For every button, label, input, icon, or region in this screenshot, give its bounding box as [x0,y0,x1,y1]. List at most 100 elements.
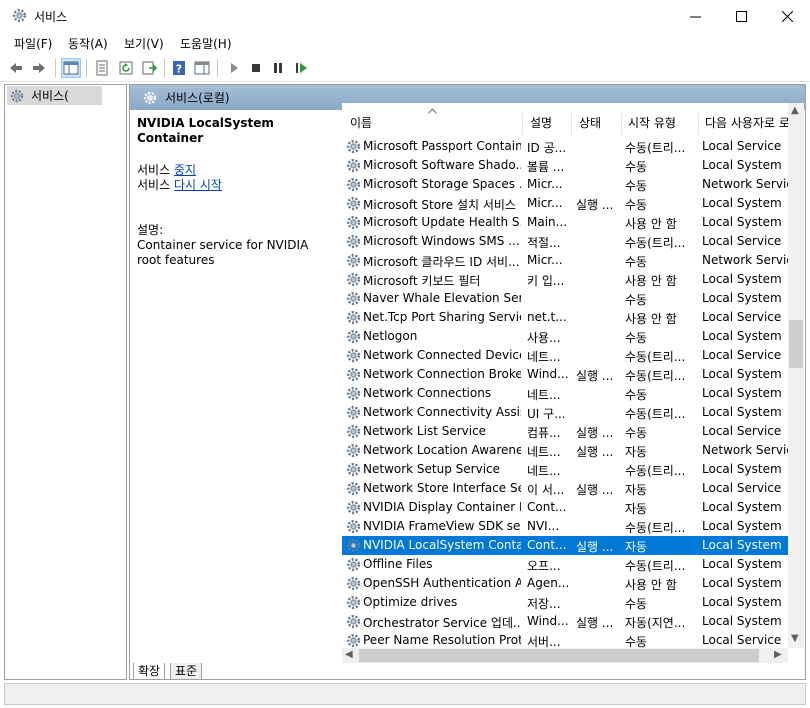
restart-service-link[interactable]: 다시 시작 [174,178,222,192]
service-row[interactable]: Network Setup Service 네트... 수동(트리... Local … [342,460,788,479]
vertical-scroll-thumb[interactable] [789,320,803,368]
column-header-name[interactable]: 이름 [350,103,372,137]
service-row[interactable]: Network Location Awareness 네트... 실행 ... 자동 N… [342,441,788,460]
toolbar: ? [0,54,810,82]
vertical-scrollbar[interactable]: ▲ ▼ [788,103,804,648]
tree-item-services-local[interactable]: 서비스( [7,86,102,105]
service-row[interactable]: Netlogon 사용... 수동 Local System [342,327,788,346]
cell-log-on-as: Local System [702,367,782,381]
cell-log-on-as: Local System [702,215,782,229]
service-row[interactable]: Network Connectivity Assis... UI 구... 수동(트… [342,403,788,422]
export-list-button[interactable] [139,58,159,78]
service-row[interactable]: Network List Service 컴퓨... 실행 ... 수동 Local S… [342,422,788,441]
service-row[interactable]: Microsoft Storage Spaces ... Micr... 수동 Net… [342,175,788,194]
service-row[interactable]: NVIDIA LocalSystem Conta... Cont... 실행 ...… [342,536,788,555]
service-row[interactable]: Microsoft Windows SMS ... 적절... 수동(트리... Lo… [342,232,788,251]
service-gear-icon [345,518,362,535]
cell-startup-type: 수동 [625,388,648,402]
show-action-pane-button[interactable] [192,58,212,78]
menu-file[interactable]: 파일(F) [14,35,52,52]
service-row[interactable]: Microsoft Software Shado... 볼륨 ... 수동 Local… [342,156,788,175]
cell-name: Network List Service [363,424,487,438]
menu-help[interactable]: 도움말(H) [180,35,232,52]
cell-log-on-as: Local Service [702,234,782,248]
arrow-left-icon [10,63,22,73]
services-gear-icon [12,8,27,23]
horizontal-scroll-thumb[interactable] [359,649,759,662]
horizontal-scrollbar[interactable]: ◀ ▶ [342,648,788,663]
column-header-status[interactable]: 상태 [579,103,601,137]
service-row[interactable]: Network Store Interface Se... 이 서... 실행 ..… [342,479,788,498]
column-separator[interactable] [571,113,572,135]
scroll-up-arrow-icon[interactable]: ▲ [791,105,799,116]
service-row[interactable]: OpenSSH Authentication A... Agen... 사용 안 함… [342,574,788,593]
service-row[interactable]: Microsoft 클라우드 ID 서비... Micr... 수동 Network … [342,251,788,270]
refresh-button[interactable] [116,58,136,78]
column-separator[interactable] [522,113,523,135]
service-row[interactable]: Net.Tcp Port Sharing Service net.t... 사용 안… [342,308,788,327]
service-row[interactable]: NVIDIA FrameView SDK se... NVI... 수동(트리...… [342,517,788,536]
cell-name: Net.Tcp Port Sharing Service [363,310,521,324]
column-separator[interactable] [698,113,699,135]
service-row[interactable]: Microsoft Update Health S... Main... 사용 안 … [342,213,788,232]
maximize-button[interactable] [718,0,764,32]
cell-log-on-as: Local System [702,158,782,172]
cell-description: 볼륨 ... [527,160,565,174]
minimize-button[interactable] [672,0,718,32]
service-gear-icon [345,537,362,554]
back-button[interactable] [6,58,26,78]
menu-view[interactable]: 보기(V) [124,35,164,52]
scroll-left-arrow-icon[interactable]: ◀ [345,649,353,660]
service-row[interactable]: Network Connections 네트... 수동 Local System [342,384,788,403]
column-header-startup-type[interactable]: 시작 유형 [628,103,676,137]
cell-status: 실행 ... [576,445,614,459]
cell-description: 오프... [527,559,561,573]
service-row[interactable]: Microsoft Passport Container ID 공... 수동(트리… [342,137,788,156]
service-row[interactable]: Microsoft 키보드 필터 키 입... 사용 안 함 Local System [342,270,788,289]
column-separator[interactable] [621,113,622,135]
cell-description: Wind... [527,367,569,381]
start-service-button[interactable] [224,58,244,78]
cell-log-on-as: Local System [702,519,782,533]
detail-action-prefix: 서비스 [137,163,171,177]
stop-service-link[interactable]: 중지 [174,163,196,177]
service-row[interactable]: Orchestrator Service 업데... Wind... 실행 ... 자… [342,612,788,631]
service-gear-icon [345,613,362,630]
help-button[interactable]: ? [169,58,189,78]
cell-name: Microsoft Update Health S... [363,215,521,229]
cell-name: Optimize drives [363,595,458,609]
service-gear-icon [345,347,362,364]
close-button[interactable] [764,0,810,32]
service-row[interactable]: NVIDIA Display Container LS Cont... 자동 Loca… [342,498,788,517]
cell-description: 네트... [527,388,561,402]
cell-name: NVIDIA LocalSystem Conta... [363,538,521,552]
cell-startup-type: 사용 안 함 [625,578,677,592]
tab-standard[interactable]: 표준 [170,663,203,680]
service-row[interactable]: Naver Whale Elevation Serv... 수동 Local Sys… [342,289,788,308]
cell-description: ID 공... [527,141,567,155]
stop-service-button[interactable] [246,58,266,78]
service-row[interactable]: Network Connected Device... 네트... 수동(트리...… [342,346,788,365]
scroll-down-arrow-icon[interactable]: ▼ [791,633,799,644]
services-list: 이름 설명 상태 시작 유형 다음 사용자로 로 Microsoft Passp… [342,103,804,663]
service-row[interactable]: Network Connection Broker Wind... 실행 ... 수동… [342,365,788,384]
service-row[interactable]: Microsoft Store 설치 서비스 Micr... 실행 ... 수동 Loc… [342,194,788,213]
pause-service-button[interactable] [268,58,288,78]
forward-button[interactable] [29,58,49,78]
cell-name: Microsoft Windows SMS ... [363,234,520,248]
show-hide-console-tree-button[interactable] [61,58,81,78]
restart-service-button[interactable] [291,58,311,78]
cell-startup-type: 자동(지연... [625,616,686,630]
properties-button[interactable] [92,58,112,78]
column-header-log-on-as[interactable]: 다음 사용자로 로 [705,103,789,137]
column-header-description[interactable]: 설명 [530,103,552,137]
scroll-right-arrow-icon[interactable]: ▶ [774,649,782,660]
tab-extended[interactable]: 확장 [133,663,166,680]
service-row[interactable]: Optimize drives 저장... 수동 Local System [342,593,788,612]
service-row[interactable]: Offline Files 오프... 수동(트리... Local System [342,555,788,574]
toolbar-separator [86,59,87,77]
cell-log-on-as: Local System [702,272,782,286]
cell-name: Offline Files [363,557,433,571]
menu-action[interactable]: 동작(A) [68,35,108,52]
window-title: 서비스 [34,10,68,24]
